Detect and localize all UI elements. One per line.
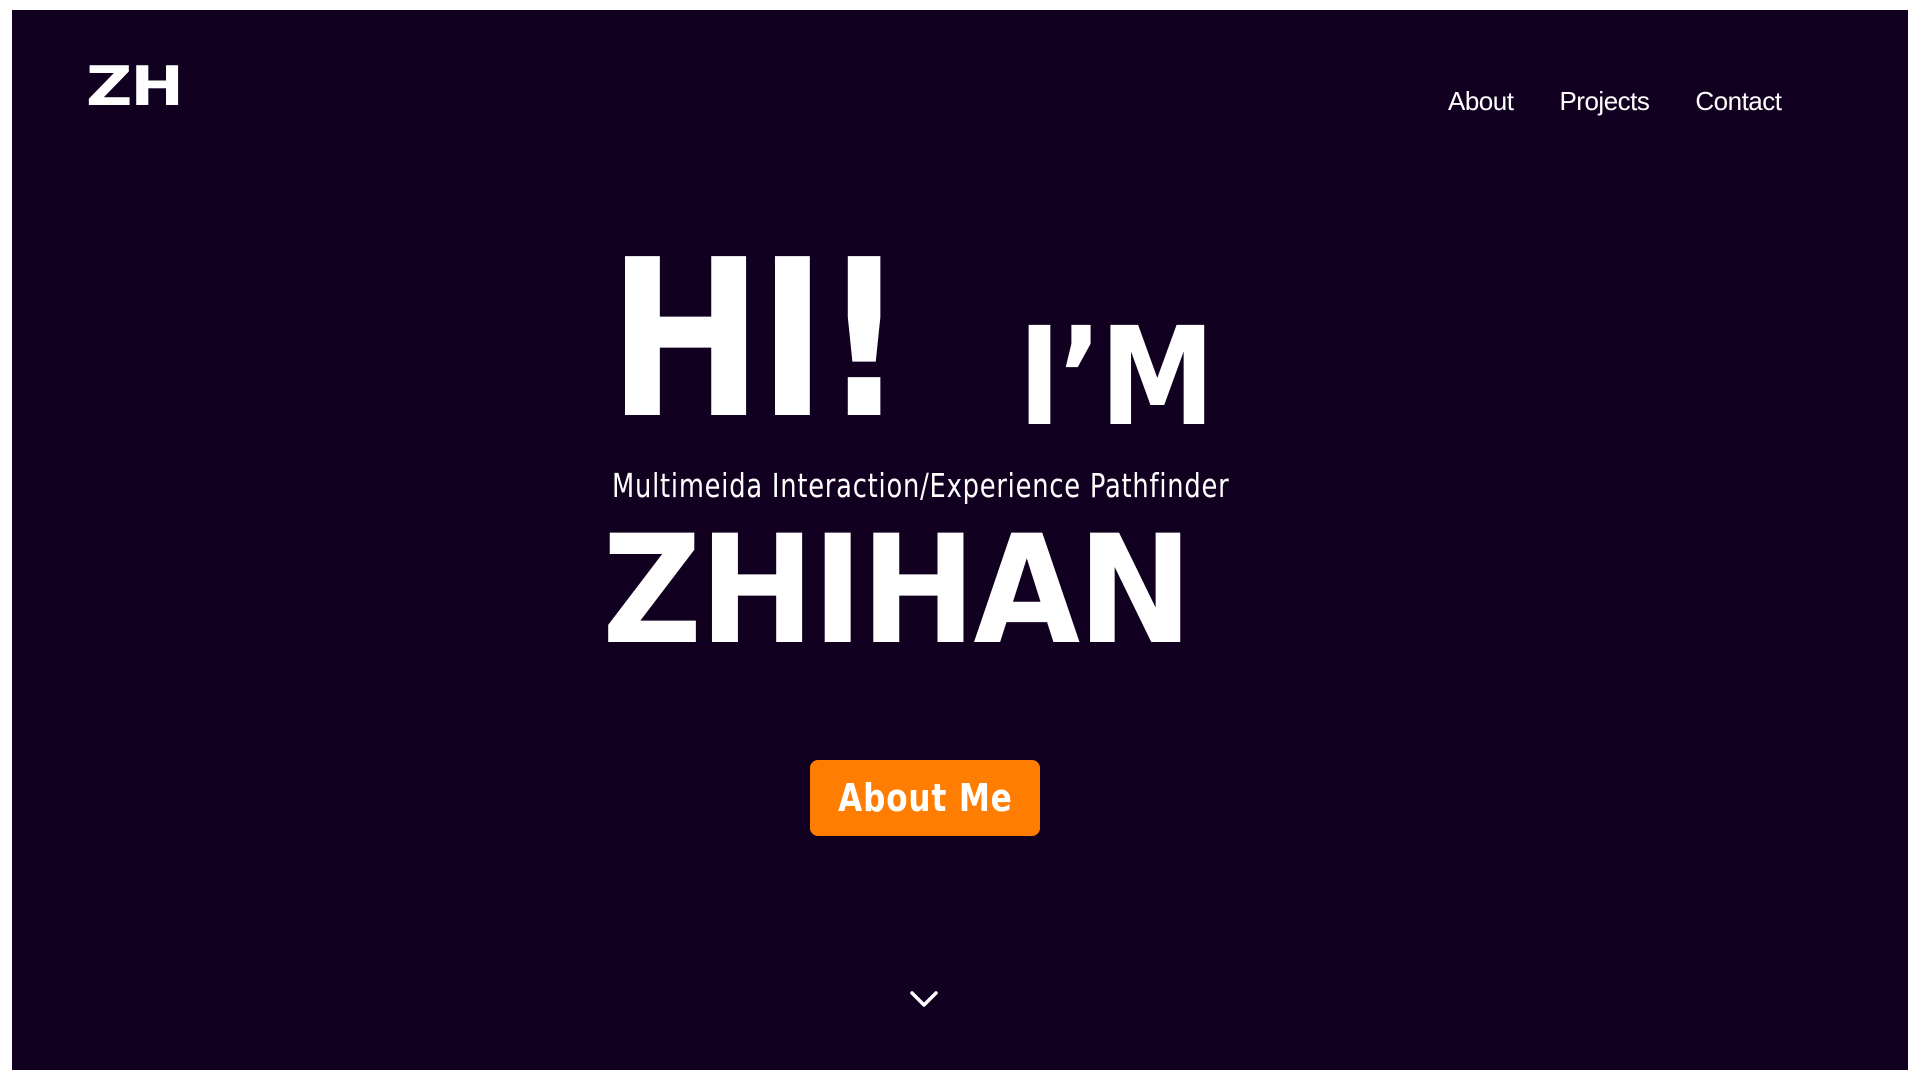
nav-link-contact[interactable]: Contact [1695, 86, 1782, 117]
hero-greeting: HI! [608, 214, 906, 467]
about-me-button-label: About Me [837, 776, 1013, 820]
hero-subtitle: Multimeida Interaction/Experience Pathfi… [612, 466, 1230, 505]
site-logo[interactable]: ZH [86, 60, 184, 114]
hero-section: ZH About Projects Contact HI! I’M Multim… [12, 10, 1908, 1070]
hero-im: I’M [1018, 299, 1215, 457]
nav-link-projects[interactable]: Projects [1559, 86, 1649, 117]
chevron-down-icon[interactable] [904, 985, 944, 1015]
main-nav: About Projects Contact [1448, 86, 1782, 117]
about-me-button[interactable]: About Me [810, 760, 1040, 836]
hero-name: ZHIHAN [602, 504, 1193, 678]
nav-link-about[interactable]: About [1448, 86, 1514, 117]
